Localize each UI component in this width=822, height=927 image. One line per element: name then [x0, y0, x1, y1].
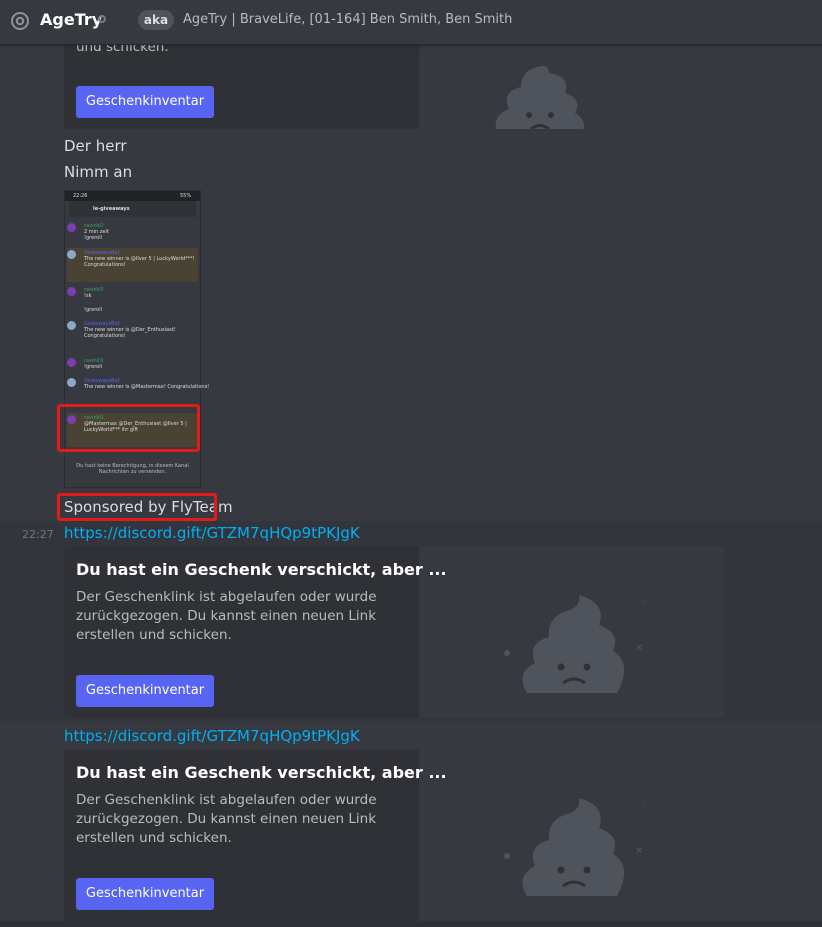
avatar	[67, 250, 76, 259]
gift-inventory-button[interactable]: Geschenkinventar	[76, 675, 214, 707]
aka-names: AgeTry | BraveLife, [01-164] Ben Smith, …	[183, 12, 513, 27]
list-item: GiveawaysBot The new winner is @Ilver 5 …	[67, 248, 198, 282]
gift-embed: ✕ ⁘ Du hast ein Geschenk verschickt, abe…	[64, 749, 724, 921]
dm-username[interactable]: AgeTry	[40, 10, 102, 29]
gift-embed-art-panel: ✕ ⁘	[419, 546, 724, 718]
highlight-box	[57, 404, 200, 452]
gift-desc-tail: und schicken.	[76, 45, 169, 55]
poop-icon: ✕ ⁘	[504, 798, 649, 896]
gift-link[interactable]: https://discord.gift/GTZM7qHQp9tPKJgK	[64, 524, 360, 542]
gift-description: Der Geschenklink ist abgelaufen oder wur…	[76, 589, 377, 643]
avatar	[67, 321, 76, 330]
channel-bar: le-giveaways	[69, 201, 196, 217]
message-text: Nimm an	[64, 163, 133, 181]
svg-text:✕: ✕	[635, 846, 643, 857]
gift-inventory-button[interactable]: Geschenkinventar	[76, 86, 214, 118]
at-icon	[11, 12, 29, 30]
gift-title: Du hast ein Geschenk verschickt, aber ..…	[76, 763, 447, 782]
svg-text:⁘: ⁘	[641, 598, 649, 608]
svg-text:⁘: ⁘	[641, 801, 649, 811]
gift-title: Du hast ein Geschenk verschickt, aber ..…	[76, 560, 447, 579]
gift-link[interactable]: https://discord.gift/GTZM7qHQp9tPKJgK	[64, 727, 360, 745]
highlight-box	[57, 493, 217, 521]
poop-icon: ✕ ⁘	[504, 595, 649, 693]
gift-embed-art-panel	[419, 45, 724, 129]
gift-embed: ✕ ⁘ Du hast ein Geschenk verschickt, abe…	[64, 546, 724, 718]
aka-badge: aka	[138, 10, 174, 30]
poop-icon	[495, 65, 585, 129]
phone-status-bar: 22:26 55%	[65, 191, 200, 201]
gift-inventory-button[interactable]: Geschenkinventar	[76, 878, 214, 910]
message-text: Der herr	[64, 137, 127, 155]
no-permission-notice: Du hast keine Berechtigung, in diesem Ka…	[76, 463, 189, 475]
message-timestamp: 22:27	[22, 528, 54, 541]
gift-embed-top: und schicken. Geschenkinventar	[64, 45, 724, 129]
gift-description: Der Geschenklink ist abgelaufen oder wur…	[76, 792, 377, 846]
status-indicator	[98, 15, 106, 23]
avatar	[67, 378, 76, 387]
avatar	[67, 287, 76, 296]
horizontal-scrollbar[interactable]	[0, 921, 822, 927]
message-list: und schicken. Geschenkinventar Der herr …	[0, 45, 822, 927]
avatar	[67, 358, 76, 367]
svg-text:✕: ✕	[635, 643, 643, 654]
channel-header: AgeTry aka AgeTry | BraveLife, [01-164] …	[0, 0, 822, 45]
gift-embed-art-panel: ✕ ⁘	[419, 749, 724, 921]
avatar	[67, 223, 76, 232]
